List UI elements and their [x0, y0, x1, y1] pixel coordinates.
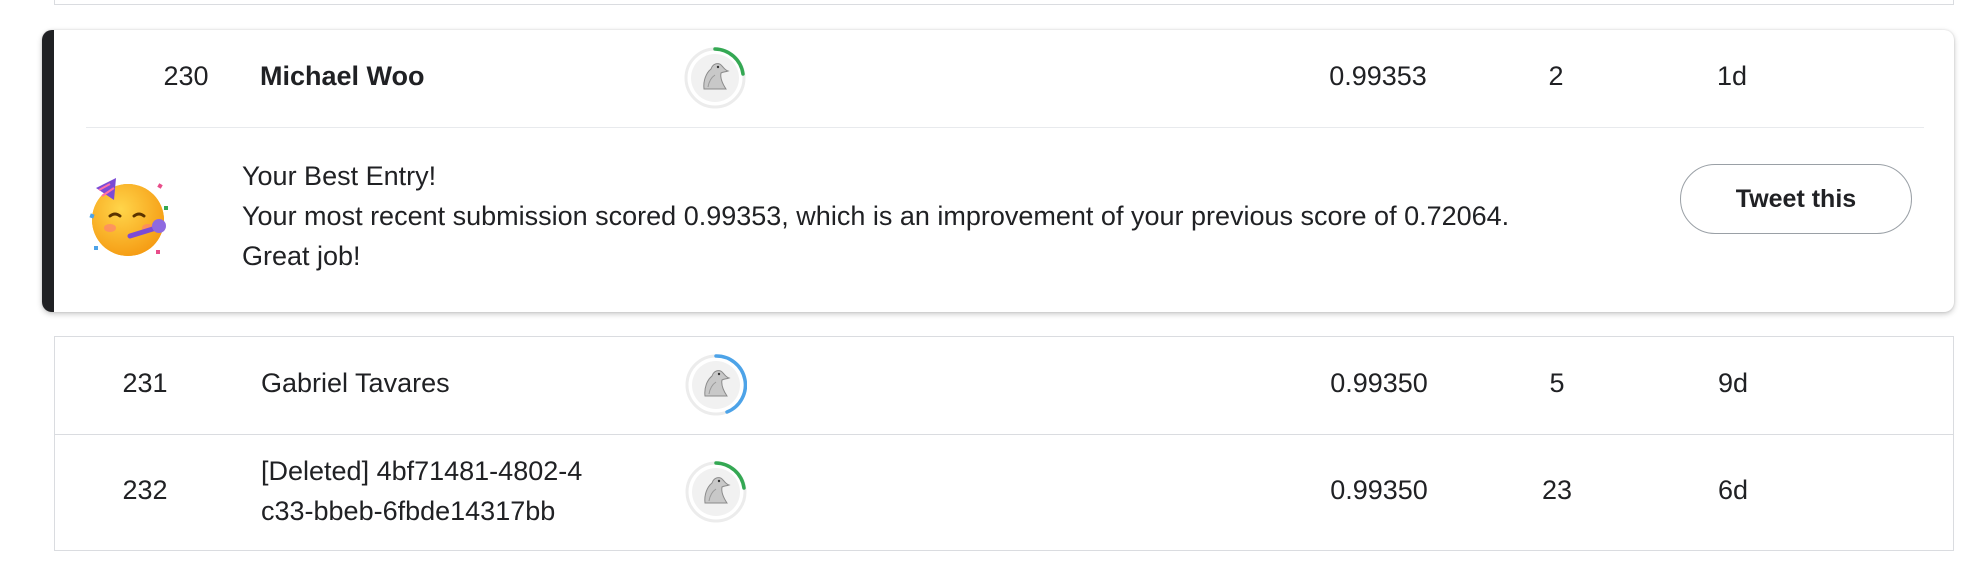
avatar[interactable] — [684, 47, 746, 109]
card-divider — [86, 127, 1924, 128]
message-title: Your Best Entry! — [242, 161, 437, 191]
team-name-line: [Deleted] 4bf71481-4802-4 — [261, 456, 583, 486]
leaderboard-row[interactable]: 232 [Deleted] 4bf71481-4802-4 c33-bbeb-6… — [55, 435, 1953, 551]
team-name[interactable]: Michael Woo — [260, 58, 425, 96]
leaderboard-page: 230 Michael Woo 0.99353 2 1d Your Best E… — [0, 0, 1986, 562]
team-name-line: c33-bbeb-6fbde14317bb — [261, 496, 556, 526]
last-submission-cell: 9d — [1717, 368, 1749, 398]
best-entry-message: Your Best Entry! Your most recent submis… — [242, 156, 1572, 276]
entries-cell: 23 — [1541, 475, 1573, 505]
goose-avatar-icon — [684, 47, 746, 109]
message-body: Your most recent submission scored 0.993… — [242, 201, 1510, 271]
rank-cell: 230 — [163, 61, 209, 91]
leaderboard-table: 231 Gabriel Tavares 0.99350 5 9d 232 [De… — [54, 336, 1954, 551]
entries-cell: 5 — [1549, 368, 1565, 398]
goose-avatar-icon — [685, 354, 747, 416]
team-name[interactable]: [Deleted] 4bf71481-4802-4 c33-bbeb-6fbde… — [261, 451, 582, 531]
team-name[interactable]: Gabriel Tavares — [261, 365, 450, 403]
avatar[interactable] — [685, 461, 747, 523]
score-cell: 0.99353 — [1329, 61, 1427, 91]
rank-cell: 232 — [122, 475, 168, 505]
rank-cell: 231 — [122, 368, 168, 398]
goose-avatar-icon — [685, 461, 747, 523]
score-cell: 0.99350 — [1330, 475, 1428, 505]
tweet-button[interactable]: Tweet this — [1680, 164, 1912, 234]
score-cell: 0.99350 — [1330, 368, 1428, 398]
previous-row-edge — [54, 0, 1954, 5]
best-entry-card: 230 Michael Woo 0.99353 2 1d Your Best E… — [42, 30, 1954, 312]
last-submission-cell: 6d — [1717, 475, 1749, 505]
last-submission-cell: 1d — [1716, 61, 1748, 91]
partying-face-icon — [84, 170, 174, 260]
user-leaderboard-row[interactable]: 230 Michael Woo 0.99353 2 1d — [42, 30, 1954, 128]
leaderboard-row[interactable]: 231 Gabriel Tavares 0.99350 5 9d — [55, 337, 1953, 435]
entries-cell: 2 — [1548, 61, 1564, 91]
avatar[interactable] — [685, 354, 747, 416]
